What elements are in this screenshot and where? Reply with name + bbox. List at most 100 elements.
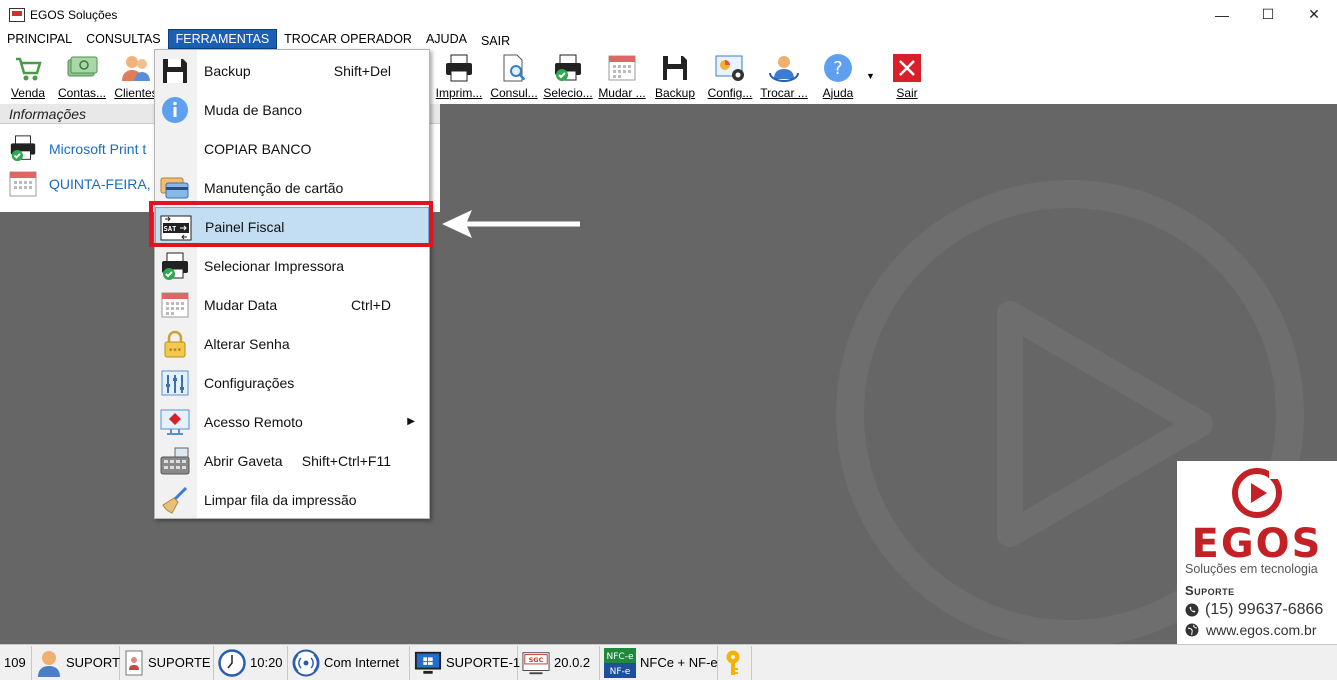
document-search-icon: [497, 52, 531, 84]
whatsapp-icon: [1185, 603, 1199, 617]
svg-text:?: ?: [833, 58, 843, 79]
menu-item-alterar-senha[interactable]: *** Alterar Senha: [155, 324, 429, 363]
status-user[interactable]: SUPORT: [32, 645, 120, 680]
toolbar-label: Venda: [10, 86, 46, 100]
status-number-text: 109: [4, 655, 26, 670]
menu-item-limpar-fila[interactable]: Limpar fila da impressão: [155, 480, 429, 519]
info-printer-row[interactable]: Microsoft Print t: [0, 132, 146, 166]
globe-icon: [1185, 623, 1199, 637]
menu-item-label: Acesso Remoto: [204, 413, 303, 430]
exit-icon: [890, 52, 924, 84]
user-icon: [36, 649, 62, 677]
printer-check-icon: [551, 52, 585, 84]
toolbar-label: Imprim...: [435, 86, 483, 100]
status-bar: 109 SUPORT SUPORTE 10:20 Com Internet SU…: [0, 644, 1337, 680]
logo-website: www.egos.com.br: [1185, 622, 1316, 638]
status-internet: Com Internet: [288, 645, 410, 680]
menu-item-selecionar-impressora[interactable]: Selecionar Impressora: [155, 246, 429, 285]
chevron-down-icon[interactable]: ▼: [866, 71, 875, 81]
menu-item-muda-banco[interactable]: Muda de Banco: [155, 90, 429, 129]
menu-item-shortcut: Shift+Del: [333, 62, 391, 79]
config-chart-icon: [713, 52, 747, 84]
menu-item-label: COPIAR BANCO: [204, 140, 312, 157]
menu-sair[interactable]: SAIR: [474, 29, 517, 49]
logo-subtitle: Soluções em tecnologia: [1185, 562, 1318, 576]
status-operator-text: SUPORTE: [148, 655, 211, 670]
menu-trocar-operador[interactable]: TROCAR OPERADOR: [277, 29, 419, 49]
title-bar: EGOS Soluções — ☐ ✕: [0, 0, 1337, 29]
computer-icon: [414, 649, 442, 677]
info-icon: [159, 94, 191, 126]
toolbar-contas-button[interactable]: Contas...: [55, 52, 109, 102]
status-computer-text: SUPORTE-1: [446, 655, 521, 670]
app-icon: [9, 7, 25, 22]
logo-phone-text: (15) 99637-6866: [1205, 601, 1324, 618]
toolbar-sair-button[interactable]: Sair: [880, 52, 934, 102]
menu-item-label: Configurações: [204, 374, 295, 391]
menu-item-abrir-gaveta[interactable]: Abrir Gaveta Shift+Ctrl+F11: [155, 441, 429, 480]
window-title: EGOS Soluções: [30, 7, 118, 22]
menu-ajuda[interactable]: AJUDA: [419, 29, 474, 49]
toolbar-imprimir-button[interactable]: Imprim...: [432, 52, 486, 102]
calendar-icon: [9, 171, 37, 197]
clock-icon: [218, 648, 246, 677]
window-controls: — ☐ ✕: [1199, 0, 1337, 29]
cart-icon: [11, 52, 45, 84]
menu-principal[interactable]: PRINCIPAL: [0, 29, 79, 49]
submenu-arrow-icon: ▶: [407, 416, 415, 427]
key-icon: [722, 649, 743, 677]
menu-item-label: Mudar Data: [204, 296, 278, 313]
help-icon: ?: [821, 52, 855, 84]
close-button[interactable]: ✕: [1291, 0, 1337, 29]
toolbar-config-button[interactable]: Config...: [703, 52, 757, 102]
status-operator[interactable]: SUPORTE: [120, 645, 214, 680]
menu-ferramentas[interactable]: FERRAMENTAS: [167, 29, 278, 49]
menu-item-acesso-remoto[interactable]: Acesso Remoto ▶: [155, 402, 429, 441]
info-date-row[interactable]: QUINTA-FEIRA, 2: [0, 167, 162, 201]
toolbar-label: Contas...: [57, 86, 107, 100]
toolbar-label: Trocar ...: [760, 86, 808, 100]
egos-logo-icon: [1232, 467, 1283, 518]
toolbar-label: Sair: [896, 86, 918, 100]
toolbar-venda-button[interactable]: Venda: [1, 52, 55, 102]
menu-item-mudar-data[interactable]: Mudar Data Ctrl+D: [155, 285, 429, 324]
menu-item-configuracoes[interactable]: Configurações: [155, 363, 429, 402]
status-user-text: SUPORT: [66, 655, 120, 670]
floppy-icon: [159, 55, 191, 87]
minimize-button[interactable]: —: [1199, 0, 1245, 29]
status-key[interactable]: [718, 645, 752, 680]
toolbar-mudar-data-button[interactable]: Mudar ...: [595, 52, 649, 102]
info-date-text: QUINTA-FEIRA, 2: [49, 176, 163, 192]
people-icon: [119, 52, 153, 84]
menu-item-label: Alterar Senha: [204, 335, 290, 352]
status-nfce: NFC-e NF-e NFCe + NF-e: [600, 645, 718, 680]
toolbar-label: Selecio...: [543, 86, 593, 100]
printer-check-icon: [10, 135, 36, 162]
toolbar-label: Mudar ...: [598, 86, 646, 100]
menu-item-shortcut: Ctrl+D: [350, 296, 391, 313]
toolbar-consultar-button[interactable]: Consul...: [487, 52, 541, 102]
toolbar-backup-button[interactable]: Backup: [648, 52, 702, 102]
toolbar-label: Clientes: [114, 86, 158, 100]
register-icon: [159, 445, 191, 477]
highlight-box: [149, 201, 433, 247]
logo-website-text: www.egos.com.br: [1206, 622, 1317, 638]
toolbar-selecionar-button[interactable]: Selecio...: [541, 52, 595, 102]
toolbar-ajuda-button[interactable]: ? Ajuda: [811, 52, 865, 102]
menu-item-label: Muda de Banco: [204, 101, 303, 118]
menu-item-copiar-banco[interactable]: COPIAR BANCO: [155, 129, 429, 168]
ferramentas-dropdown: Backup Shift+Del Muda de Banco COPIAR BA…: [154, 49, 430, 519]
menu-item-label: Abrir Gaveta: [204, 452, 283, 469]
status-nfce-text: NFCe + NF-e: [640, 655, 718, 670]
toolbar-trocar-button[interactable]: Trocar ...: [757, 52, 811, 102]
egos-logo-panel: EGOS Soluções em tecnologia Suporte (15)…: [1177, 461, 1337, 644]
sliders-icon: [159, 367, 191, 399]
broom-icon: [159, 484, 191, 516]
maximize-button[interactable]: ☐: [1245, 0, 1291, 29]
nfce-icon-top: NFC-e: [607, 652, 634, 662]
user-swap-icon: [767, 52, 801, 84]
floppy-icon: [658, 52, 692, 84]
menu-item-backup[interactable]: Backup Shift+Del: [155, 51, 429, 90]
menu-consultas[interactable]: CONSULTAS: [79, 29, 168, 49]
menu-item-label: Manutenção de cartão: [204, 179, 344, 196]
